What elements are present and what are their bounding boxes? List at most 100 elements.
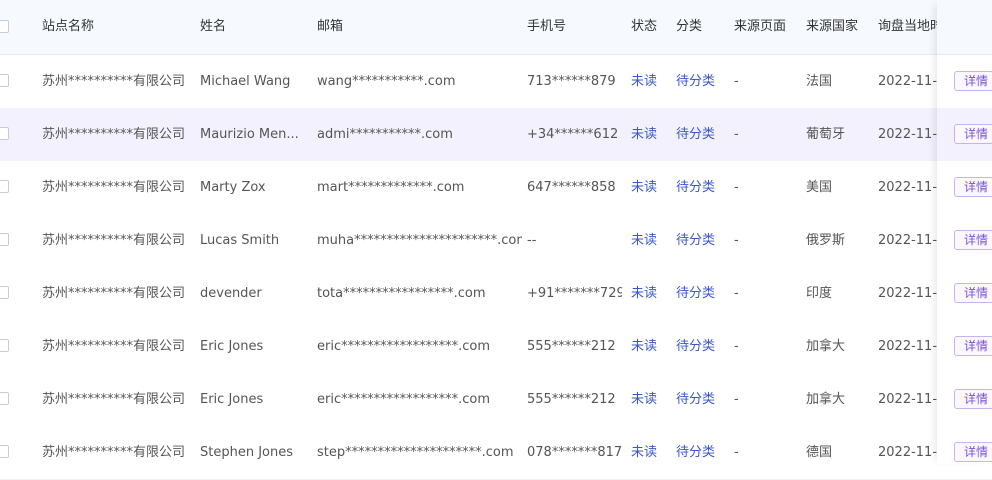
cell-name: devender: [200, 286, 262, 301]
select-all-checkbox[interactable]: [0, 20, 9, 33]
cell-phone: 555******212: [527, 392, 616, 407]
cell-inquiry-time: 2022-11-0: [878, 392, 937, 407]
cell-status: 未读: [631, 445, 658, 460]
cell-site-name: 苏州**********有限公司: [42, 74, 186, 89]
header-inquiry-time[interactable]: 询盘当地时: [878, 0, 937, 54]
cell-site-name: 苏州**********有限公司: [42, 392, 186, 407]
header-source-page[interactable]: 来源页面: [734, 0, 802, 54]
cell-email: mart*************.com: [317, 180, 465, 195]
row-checkbox[interactable]: [0, 74, 9, 87]
header-source-country[interactable]: 来源国家: [806, 0, 874, 54]
detail-button[interactable]: 详情: [954, 177, 992, 197]
cell-status: 未读: [631, 339, 658, 354]
cell-inquiry-time: 2022-11-0: [878, 127, 937, 142]
header-name[interactable]: 姓名: [200, 0, 310, 54]
row-checkbox[interactable]: [0, 445, 9, 458]
row-checkbox[interactable]: [0, 180, 9, 193]
cell-source-page: -: [734, 180, 739, 195]
detail-button[interactable]: 详情: [954, 389, 992, 409]
cell-source-page: -: [734, 233, 739, 248]
cell-status: 未读: [631, 127, 658, 142]
cell-status: 未读: [631, 286, 658, 301]
cell-source-page: -: [734, 445, 739, 460]
table-row[interactable]: 苏州**********有限公司 Lucas Smith muha*********…: [0, 214, 992, 268]
cell-category: 待分类: [676, 233, 716, 248]
cell-source-page: -: [734, 392, 739, 407]
cell-source-country: 美国: [806, 180, 833, 195]
cell-category: 待分类: [676, 286, 716, 301]
cell-name: Lucas Smith: [200, 233, 280, 248]
cell-site-name: 苏州**********有限公司: [42, 445, 186, 460]
cell-source-page: -: [734, 339, 739, 354]
cell-source-page: -: [734, 127, 739, 142]
cell-source-country: 加拿大: [806, 392, 846, 407]
detail-button[interactable]: 详情: [954, 442, 992, 462]
cell-name: Stephen Jones: [200, 445, 294, 460]
cell-status: 未读: [631, 74, 658, 89]
cell-inquiry-time: 2022-11-0: [878, 339, 937, 354]
cell-category: 待分类: [676, 180, 716, 195]
cell-phone: 647******858: [527, 180, 616, 195]
table-row[interactable]: 苏州**********有限公司 Marty Zox mart***********…: [0, 161, 992, 215]
cell-phone: 078*******817: [527, 445, 622, 460]
cell-category: 待分类: [676, 127, 716, 142]
cell-email: admi***********.com: [317, 127, 453, 142]
cell-phone: +34******612: [527, 127, 619, 142]
cell-source-country: 印度: [806, 286, 833, 301]
detail-button[interactable]: 详情: [954, 336, 992, 356]
cell-name: Maurizio Men...: [200, 127, 299, 142]
cell-site-name: 苏州**********有限公司: [42, 339, 186, 354]
cell-inquiry-time: 2022-11-0: [878, 286, 937, 301]
cell-site-name: 苏州**********有限公司: [42, 180, 186, 195]
table-header: 站点名称 姓名 邮箱 手机号 状态 分类 来源页面 来源国家 询盘当地时: [0, 0, 992, 55]
cell-inquiry-time: 2022-11-0: [878, 180, 937, 195]
cell-category: 待分类: [676, 392, 716, 407]
cell-source-country: 法国: [806, 74, 833, 89]
row-checkbox[interactable]: [0, 339, 9, 352]
header-phone[interactable]: 手机号: [527, 0, 622, 54]
cell-inquiry-time: 2022-11-0: [878, 233, 937, 248]
cell-inquiry-time: 2022-11-0: [878, 74, 937, 89]
table-row[interactable]: 苏州**********有限公司 Stephen Jones step*******…: [0, 426, 992, 480]
table-row[interactable]: 苏州**********有限公司 Eric Jones eric**********…: [0, 320, 992, 374]
cell-status: 未读: [631, 233, 658, 248]
cell-site-name: 苏州**********有限公司: [42, 127, 186, 142]
cell-source-country: 俄罗斯: [806, 233, 846, 248]
table-row[interactable]: 苏州**********有限公司 Eric Jones eric**********…: [0, 373, 992, 427]
row-checkbox[interactable]: [0, 233, 9, 246]
cell-source-country: 加拿大: [806, 339, 846, 354]
cell-status: 未读: [631, 180, 658, 195]
detail-button[interactable]: 详情: [954, 124, 992, 144]
row-checkbox[interactable]: [0, 392, 9, 405]
cell-site-name: 苏州**********有限公司: [42, 233, 186, 248]
cell-inquiry-time: 2022-11-0: [878, 445, 937, 460]
detail-button[interactable]: 详情: [954, 71, 992, 91]
cell-email: eric******************.com: [317, 392, 490, 407]
cell-source-page: -: [734, 74, 739, 89]
detail-button[interactable]: 详情: [954, 230, 992, 250]
cell-email: tota*****************.com: [317, 286, 486, 301]
row-checkbox[interactable]: [0, 127, 9, 140]
cell-email: muha**********************.com: [317, 233, 522, 248]
header-site-name[interactable]: 站点名称: [42, 0, 192, 54]
table-row[interactable]: 苏州**********有限公司 Michael Wang wang********…: [0, 55, 992, 109]
cell-category: 待分类: [676, 339, 716, 354]
cell-source-country: 葡萄牙: [806, 127, 846, 142]
cell-site-name: 苏州**********有限公司: [42, 286, 186, 301]
cell-phone: 555******212: [527, 339, 616, 354]
header-category[interactable]: 分类: [676, 0, 731, 54]
table-row[interactable]: 苏州**********有限公司 Maurizio Men... admi*****…: [0, 108, 992, 162]
row-checkbox[interactable]: [0, 286, 9, 299]
header-email[interactable]: 邮箱: [317, 0, 517, 54]
table-row[interactable]: 苏州**********有限公司 devender tota************…: [0, 267, 992, 321]
detail-button[interactable]: 详情: [954, 283, 992, 303]
cell-email: wang***********.com: [317, 74, 456, 89]
header-status[interactable]: 状态: [631, 0, 671, 54]
cell-category: 待分类: [676, 74, 716, 89]
cell-category: 待分类: [676, 445, 716, 460]
cell-name: Michael Wang: [200, 74, 291, 89]
cell-phone: +91*******729: [527, 286, 622, 301]
cell-phone: 713******879: [527, 74, 616, 89]
cell-email: step*********************.com: [317, 445, 514, 460]
cell-source-page: -: [734, 286, 739, 301]
